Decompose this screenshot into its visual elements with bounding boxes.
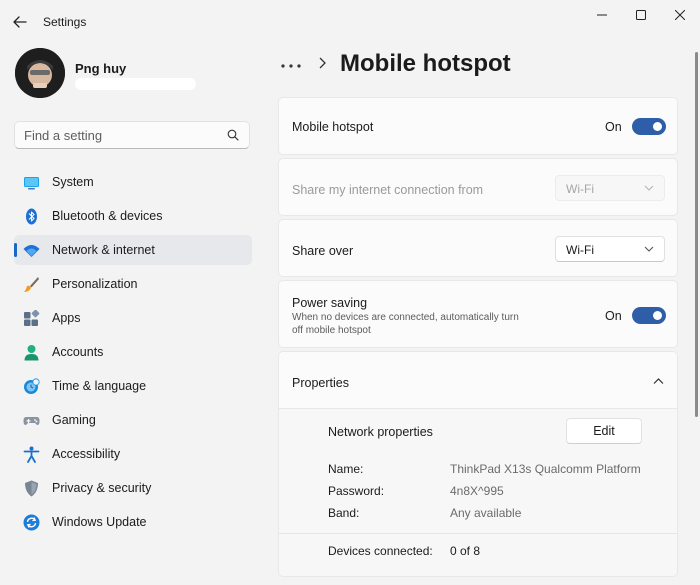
avatar-image-icon <box>15 48 65 98</box>
power-saving-label: Power saving <box>292 296 368 310</box>
maximize-icon <box>636 10 646 20</box>
sidebar-item-label: System <box>52 175 94 189</box>
globe-clock-icon <box>24 378 40 394</box>
sidebar-nav: System Bluetooth & devices Network & int… <box>14 167 252 541</box>
person-icon <box>24 345 39 361</box>
sidebar-item-gaming[interactable]: Gaming <box>14 405 252 435</box>
power-saving-toggle[interactable] <box>632 307 666 324</box>
page-title: Mobile hotspot <box>340 50 511 77</box>
minimize-icon <box>597 14 607 16</box>
chevron-down-icon <box>644 185 654 191</box>
share-from-card: Share my internet connection from Wi-Fi <box>278 158 678 216</box>
properties-panel: Network properties Edit Name: ThinkPad X… <box>278 409 678 577</box>
minimize-button[interactable] <box>588 8 616 22</box>
sidebar-item-label: Accessibility <box>52 447 121 461</box>
brush-icon <box>24 277 39 292</box>
sidebar-item-label: Network & internet <box>52 243 155 257</box>
devices-connected-label: Devices connected: <box>328 544 433 558</box>
bluetooth-icon <box>26 208 37 225</box>
properties-label: Properties <box>292 376 349 390</box>
sidebar-item-network[interactable]: Network & internet <box>14 235 252 265</box>
share-over-card: Share over Wi-Fi <box>278 219 678 277</box>
power-saving-description: When no devices are connected, automatic… <box>292 312 519 336</box>
accessibility-icon <box>23 446 40 463</box>
sidebar-item-accounts[interactable]: Accounts <box>14 337 252 367</box>
settings-window: Settings Png huy Find a setting System B… <box>0 0 700 585</box>
mobile-hotspot-label: Mobile hotspot <box>292 120 374 134</box>
properties-divider <box>279 533 677 534</box>
breadcrumb-overflow-button[interactable] <box>280 53 302 73</box>
band-label: Band: <box>328 506 360 520</box>
share-over-label: Share over <box>292 244 354 258</box>
monitor-icon <box>24 177 39 190</box>
power-saving-card: Power saving When no devices are connect… <box>278 280 678 348</box>
sidebar-item-label: Time & language <box>52 379 147 393</box>
more-horizontal-icon <box>281 64 301 68</box>
content-scrollbar[interactable] <box>695 52 698 417</box>
chevron-down-icon <box>644 246 654 252</box>
password-label: Password: <box>328 484 385 498</box>
share-over-value: Wi-Fi <box>566 243 594 257</box>
name-label: Name: <box>328 462 364 476</box>
gamepad-icon <box>23 417 40 426</box>
user-name: Png huy <box>75 61 127 76</box>
sidebar-item-accessibility[interactable]: Accessibility <box>14 439 252 469</box>
close-icon <box>675 10 685 20</box>
password-value: 4n8X^995 <box>450 484 504 498</box>
share-over-dropdown[interactable]: Wi-Fi <box>555 236 665 262</box>
sidebar-item-privacy[interactable]: Privacy & security <box>14 473 252 503</box>
sidebar-item-label: Bluetooth & devices <box>52 209 163 223</box>
mobile-hotspot-toggle[interactable] <box>632 118 666 135</box>
sidebar-item-label: Privacy & security <box>52 481 152 495</box>
wifi-icon <box>23 245 40 257</box>
mobile-hotspot-state: On <box>605 120 622 134</box>
sidebar-item-label: Apps <box>52 311 81 325</box>
user-email-redacted <box>75 78 196 90</box>
app-title: Settings <box>43 15 87 29</box>
shield-icon <box>25 480 38 497</box>
sidebar-item-label: Accounts <box>52 345 104 359</box>
arrow-left-icon <box>13 16 27 28</box>
sidebar-item-system[interactable]: System <box>14 167 252 197</box>
search-box <box>14 121 250 149</box>
chevron-up-icon[interactable] <box>653 377 664 385</box>
search-icon[interactable] <box>227 129 239 141</box>
maximize-button[interactable] <box>627 8 655 22</box>
title-bar: Settings <box>0 0 700 42</box>
sidebar-item-apps[interactable]: Apps <box>14 303 252 333</box>
mobile-hotspot-card: Mobile hotspot On <box>278 97 678 155</box>
close-button[interactable] <box>666 8 694 22</box>
avatar[interactable] <box>15 48 65 98</box>
sidebar-item-label: Gaming <box>52 413 96 427</box>
apps-icon <box>24 310 40 326</box>
share-from-value: Wi-Fi <box>566 182 594 196</box>
name-value: ThinkPad X13s Qualcomm Platform <box>450 462 641 476</box>
band-value: Any available <box>450 506 522 520</box>
devices-connected-value: 0 of 8 <box>450 544 481 558</box>
network-properties-label: Network properties <box>328 425 433 439</box>
chevron-right-icon <box>318 56 326 72</box>
properties-header[interactable]: Properties <box>278 351 678 409</box>
edit-button[interactable]: Edit <box>566 418 642 444</box>
share-from-label: Share my internet connection from <box>292 183 484 197</box>
sidebar-item-bluetooth[interactable]: Bluetooth & devices <box>14 201 252 231</box>
sidebar-item-label: Windows Update <box>52 515 147 529</box>
share-from-dropdown[interactable]: Wi-Fi <box>555 175 665 201</box>
update-icon <box>23 514 40 531</box>
sidebar-item-personalization[interactable]: Personalization <box>14 269 252 299</box>
sidebar-item-windows-update[interactable]: Windows Update <box>14 507 252 537</box>
sidebar-item-label: Personalization <box>52 277 138 291</box>
power-saving-state: On <box>605 309 622 323</box>
back-button[interactable] <box>10 12 30 32</box>
sidebar-item-time-language[interactable]: Time & language <box>14 371 252 401</box>
search-input[interactable] <box>24 122 224 148</box>
